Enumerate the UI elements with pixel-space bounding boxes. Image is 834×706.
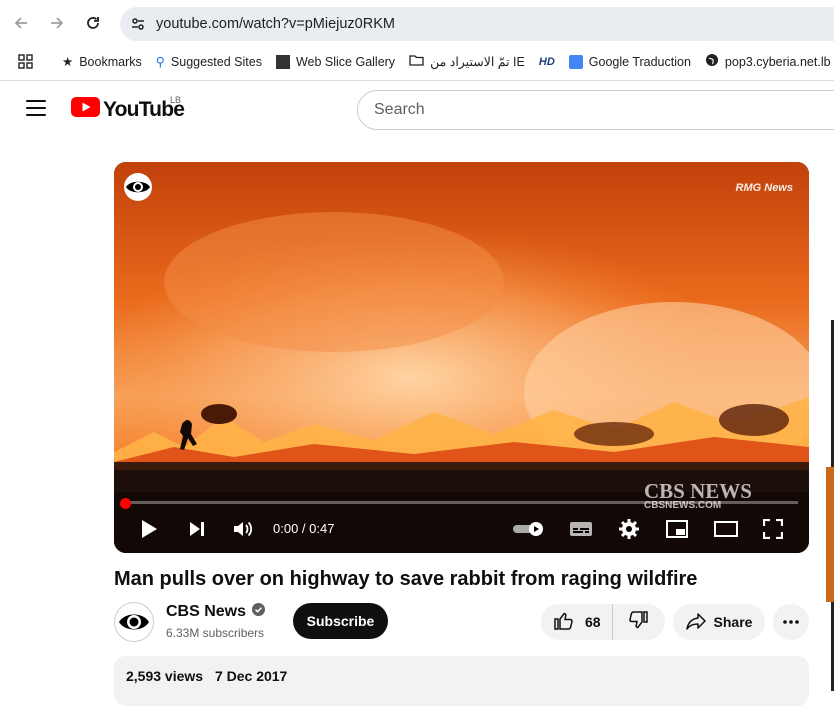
menu-icon[interactable]	[26, 100, 46, 116]
hd-icon: HD	[538, 55, 555, 68]
search-input[interactable]: Search	[357, 90, 834, 130]
time-display: 0:00 / 0:47	[273, 521, 335, 536]
bookmark-hd[interactable]: HD	[539, 56, 555, 68]
site-settings-icon[interactable]	[130, 16, 146, 36]
bookmark-label: Web Slice Gallery	[295, 54, 396, 69]
back-icon[interactable]	[8, 10, 34, 36]
bookmark-label: pop3.cyberia.net.lb	[724, 54, 831, 69]
bookmark-label: Suggested Sites	[170, 54, 262, 69]
bookmark-label: تمّ الاستيراد من IE	[430, 55, 525, 69]
share-label: Share	[713, 614, 753, 630]
upload-date: 7 Dec 2017	[214, 668, 288, 684]
google-translate-icon	[568, 54, 583, 69]
bookmark-label: Google Traduction	[588, 54, 691, 69]
region-code: LB	[170, 95, 182, 105]
bookmark-label: Bookmarks	[79, 54, 142, 69]
like-button[interactable]: 68	[541, 604, 613, 640]
youtube-logo[interactable]: YouTube	[71, 97, 185, 122]
next-icon[interactable]	[184, 517, 210, 541]
channel-name[interactable]: CBS News	[166, 603, 266, 621]
bookmark-web-slice-gallery[interactable]: Web Slice Gallery	[275, 54, 396, 69]
video-title: Man pulls over on highway to save rabbit…	[114, 568, 698, 590]
channel-avatar[interactable]	[114, 602, 154, 642]
fullscreen-icon[interactable]	[760, 517, 786, 541]
subtitles-icon[interactable]	[568, 517, 594, 541]
like-count: 68	[585, 614, 601, 630]
miniplayer-icon[interactable]	[664, 517, 690, 541]
bookmark-google-traduction[interactable]: Google Traduction	[568, 54, 691, 69]
settings-gear-icon[interactable]	[616, 517, 642, 541]
cbs-news-watermark: CBS NEWS CBSNEWS.COM	[644, 481, 752, 512]
browser-divider	[0, 80, 834, 81]
channel-name-text: CBS News	[166, 603, 247, 620]
view-count: 2,593 views	[126, 668, 204, 684]
bookmark-imported-ie[interactable]: تمّ الاستيراد من IE	[409, 54, 525, 69]
apps-icon[interactable]	[18, 53, 34, 70]
bookmark-pop3-cyberia[interactable]: pop3.cyberia.net.lb	[705, 53, 831, 70]
bookmark-suggested-sites[interactable]: ⚲ Suggested Sites	[155, 54, 262, 70]
youtube-play-logo-icon	[71, 97, 100, 122]
like-dislike-group: 68	[541, 604, 665, 640]
folder-icon	[409, 54, 424, 69]
progress-bar[interactable]	[124, 501, 798, 504]
address-bar[interactable]: youtube.com/watch?v=pMiejuz0RKM	[120, 7, 834, 41]
globe-icon	[705, 53, 719, 70]
subscriber-count: 6.33M subscribers	[166, 626, 265, 640]
cbs-eye-icon	[119, 614, 149, 630]
web-slice-icon	[275, 54, 290, 69]
description-box[interactable]: 2,593 views 7 Dec 2017	[114, 656, 809, 706]
video-player[interactable]: RMG News CBS NEWS CBSNEWS.COM 0:00 / 0:4…	[114, 162, 809, 553]
volume-icon[interactable]	[230, 517, 256, 541]
bookmarks-bar: ★ Bookmarks ⚲ Suggested Sites Web Slice …	[0, 48, 834, 75]
rmg-news-watermark: RMG News	[735, 182, 793, 194]
next-video-thumbnail-edge[interactable]	[826, 467, 834, 602]
bookmark-bookmarks[interactable]: ★ Bookmarks	[62, 54, 142, 70]
search-icon: ⚲	[155, 55, 165, 69]
reload-icon[interactable]	[80, 10, 106, 36]
forward-icon[interactable]	[44, 10, 70, 36]
url-text: youtube.com/watch?v=pMiejuz0RKM	[156, 16, 395, 32]
subscribe-button[interactable]: Subscribe	[293, 603, 388, 639]
thumbs-up-icon	[553, 611, 573, 634]
share-arrow-icon	[685, 612, 706, 633]
star-icon: ★	[62, 55, 74, 69]
autoplay-toggle[interactable]	[512, 517, 548, 541]
dislike-button[interactable]	[613, 604, 665, 640]
play-icon[interactable]	[136, 517, 162, 541]
search-placeholder: Search	[374, 101, 425, 118]
cbs-eye-icon	[123, 172, 153, 207]
share-button[interactable]: Share	[673, 604, 765, 640]
verified-icon	[252, 603, 266, 621]
thumbs-down-icon	[629, 610, 649, 635]
theater-mode-icon[interactable]	[711, 517, 741, 541]
scrubber-handle[interactable]	[120, 498, 131, 509]
more-actions-icon[interactable]	[773, 604, 809, 640]
browser-toolbar: youtube.com/watch?v=pMiejuz0RKM	[0, 0, 834, 48]
